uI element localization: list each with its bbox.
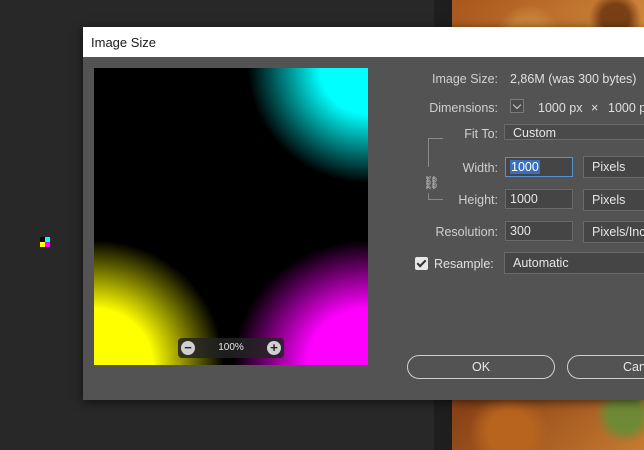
height-label: Height: <box>458 193 498 207</box>
ok-button[interactable]: OK <box>407 355 555 379</box>
constrain-bracket-top <box>428 138 443 167</box>
width-label: Width: <box>462 161 498 175</box>
zoom-control: − 100% + <box>178 338 284 358</box>
dimensions-label: Dimensions: <box>429 101 498 115</box>
width-input[interactable]: 1000 <box>505 157 573 177</box>
document-thumbnail <box>40 237 50 247</box>
dialog-title: Image Size <box>91 35 157 50</box>
resolution-label: Resolution: <box>435 225 498 239</box>
dimensions-times: × <box>591 101 599 115</box>
image-size-label: Image Size: <box>431 72 498 86</box>
preview-magenta-quadrant <box>94 68 368 365</box>
resample-checkbox[interactable] <box>415 257 428 270</box>
height-input[interactable]: 1000 <box>505 189 573 209</box>
resolution-unit-select[interactable]: Pixels/Inc <box>583 221 644 243</box>
cancel-button[interactable]: Can <box>567 355 644 379</box>
resample-label: Resample: <box>434 257 494 271</box>
width-input-value: 1000 <box>510 160 540 174</box>
dimensions-dropdown-icon[interactable] <box>510 99 524 113</box>
dimensions-height-value: 1000 p <box>608 101 644 115</box>
dialog-titlebar[interactable]: Image Size <box>83 27 644 57</box>
resolution-input[interactable]: 300 <box>505 221 573 241</box>
image-preview[interactable]: − 100% + <box>94 68 368 365</box>
resample-select[interactable]: Automatic <box>504 252 644 274</box>
dimensions-width-value: 1000 px <box>538 101 583 115</box>
fit-to-select[interactable]: Custom <box>504 124 644 140</box>
height-unit-select[interactable]: Pixels <box>583 189 644 211</box>
image-size-value: 2,86M (was 300 bytes) <box>510 72 637 86</box>
image-size-dialog: Image Size − 100% + Image Size: 2,86M (w… <box>83 27 644 400</box>
zoom-in-icon[interactable]: + <box>267 341 281 355</box>
chain-link-icon[interactable]: ⛓ <box>423 173 440 193</box>
width-unit-select[interactable]: Pixels <box>583 156 644 178</box>
fit-to-label: Fit To: <box>464 127 498 141</box>
